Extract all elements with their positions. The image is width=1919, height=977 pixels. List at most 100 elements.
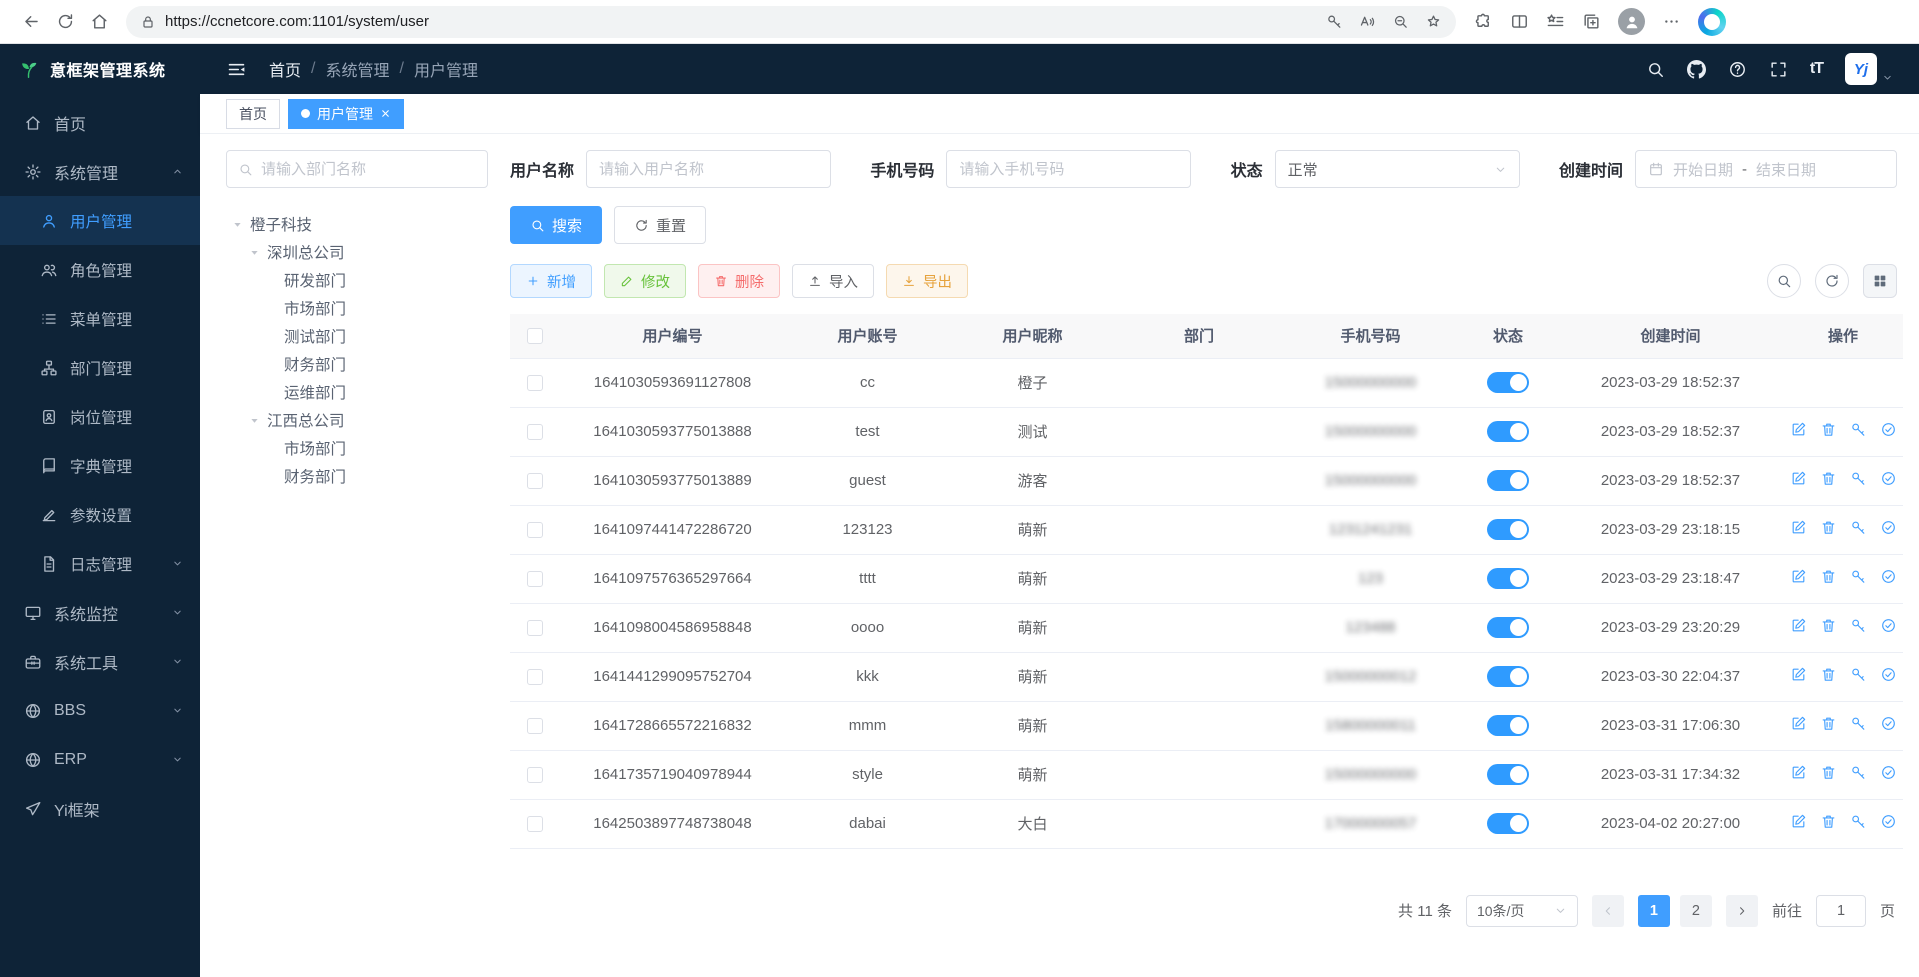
row-edit-button[interactable] xyxy=(1790,715,1807,732)
help-icon[interactable] xyxy=(1728,60,1747,79)
tree-node[interactable]: 江西总公司 xyxy=(226,406,488,434)
sidebar-item-post[interactable]: 岗位管理 xyxy=(0,392,200,441)
breadcrumb-system[interactable]: 系统管理 xyxy=(325,57,389,81)
sidebar-item-yiframe[interactable]: Yi框架 xyxy=(0,784,200,833)
row-assign-role-button[interactable] xyxy=(1880,421,1897,438)
read-aloud-icon[interactable] xyxy=(1359,13,1376,30)
goto-page-input[interactable] xyxy=(1816,895,1866,927)
sidebar-item-user[interactable]: 用户管理 xyxy=(0,196,200,245)
row-edit-button[interactable] xyxy=(1790,617,1807,634)
status-toggle[interactable] xyxy=(1487,568,1529,589)
row-edit-button[interactable] xyxy=(1790,666,1807,683)
row-checkbox[interactable] xyxy=(527,522,543,538)
tree-node[interactable]: 运维部门 xyxy=(226,378,488,406)
row-assign-role-button[interactable] xyxy=(1880,666,1897,683)
row-edit-button[interactable] xyxy=(1790,813,1807,830)
breadcrumb-home[interactable]: 首页 xyxy=(269,57,301,81)
close-tab-button[interactable] xyxy=(380,108,391,119)
reset-button[interactable]: 重置 xyxy=(614,206,706,244)
row-assign-role-button[interactable] xyxy=(1880,568,1897,585)
app-logo[interactable]: 意框架管理系统 xyxy=(0,44,200,94)
row-assign-role-button[interactable] xyxy=(1880,813,1897,830)
row-checkbox[interactable] xyxy=(527,620,543,636)
add-button[interactable]: 新增 xyxy=(510,264,592,298)
zoom-icon[interactable] xyxy=(1392,13,1409,30)
row-reset-password-button[interactable] xyxy=(1850,764,1867,781)
row-checkbox[interactable] xyxy=(527,718,543,734)
row-checkbox[interactable] xyxy=(527,424,543,440)
tab-user-management[interactable]: 用户管理 xyxy=(288,99,404,129)
tree-node[interactable]: 财务部门 xyxy=(226,350,488,378)
row-checkbox[interactable] xyxy=(527,473,543,489)
browser-home-button[interactable] xyxy=(82,5,116,39)
row-assign-role-button[interactable] xyxy=(1880,519,1897,536)
status-toggle[interactable] xyxy=(1487,666,1529,687)
font-size-icon[interactable]: tT xyxy=(1810,60,1823,78)
tree-node[interactable]: 财务部门 xyxy=(226,462,488,490)
prev-page-button[interactable] xyxy=(1592,895,1624,927)
copilot-icon[interactable] xyxy=(1698,8,1726,36)
sidebar-item-home[interactable]: 首页 xyxy=(0,98,200,147)
row-checkbox[interactable] xyxy=(527,375,543,391)
row-delete-button[interactable] xyxy=(1820,715,1837,732)
status-toggle[interactable] xyxy=(1487,470,1529,491)
more-icon[interactable] xyxy=(1662,12,1681,31)
sidebar-item-role[interactable]: 角色管理 xyxy=(0,245,200,294)
tree-node[interactable]: 橙子科技 xyxy=(226,210,488,238)
extensions-icon[interactable] xyxy=(1474,12,1493,31)
row-checkbox[interactable] xyxy=(527,816,543,832)
row-edit-button[interactable] xyxy=(1790,764,1807,781)
sidebar-item-system[interactable]: 系统管理 xyxy=(0,147,200,196)
github-icon[interactable] xyxy=(1687,60,1706,79)
sidebar-item-param[interactable]: 参数设置 xyxy=(0,490,200,539)
status-toggle[interactable] xyxy=(1487,715,1529,736)
row-assign-role-button[interactable] xyxy=(1880,470,1897,487)
status-toggle[interactable] xyxy=(1487,519,1529,540)
page-size-select[interactable]: 10条/页 xyxy=(1466,895,1578,927)
browser-back-button[interactable] xyxy=(14,5,48,39)
row-delete-button[interactable] xyxy=(1820,666,1837,683)
sidebar-item-dict[interactable]: 字典管理 xyxy=(0,441,200,490)
row-edit-button[interactable] xyxy=(1790,519,1807,536)
status-toggle[interactable] xyxy=(1487,372,1529,393)
tab-home[interactable]: 首页 xyxy=(226,99,280,129)
row-delete-button[interactable] xyxy=(1820,617,1837,634)
page-button-1[interactable]: 1 xyxy=(1638,895,1670,927)
tree-node[interactable]: 研发部门 xyxy=(226,266,488,294)
favorites-bar-icon[interactable] xyxy=(1546,12,1565,31)
column-settings-button[interactable] xyxy=(1863,264,1897,298)
sidebar-item-log[interactable]: 日志管理 xyxy=(0,539,200,588)
row-checkbox[interactable] xyxy=(527,571,543,587)
import-button[interactable]: 导入 xyxy=(792,264,874,298)
row-delete-button[interactable] xyxy=(1820,519,1837,536)
row-delete-button[interactable] xyxy=(1820,470,1837,487)
status-toggle[interactable] xyxy=(1487,813,1529,834)
select-all-checkbox[interactable] xyxy=(527,328,543,344)
collections-icon[interactable] xyxy=(1582,12,1601,31)
browser-profile-avatar[interactable] xyxy=(1618,8,1645,35)
page-button-2[interactable]: 2 xyxy=(1680,895,1712,927)
search-button[interactable]: 搜索 xyxy=(510,206,602,244)
browser-refresh-button[interactable] xyxy=(48,5,82,39)
row-assign-role-button[interactable] xyxy=(1880,617,1897,634)
status-toggle[interactable] xyxy=(1487,617,1529,638)
row-edit-button[interactable] xyxy=(1790,421,1807,438)
row-checkbox[interactable] xyxy=(527,669,543,685)
status-toggle[interactable] xyxy=(1487,764,1529,785)
sidebar-item-tools[interactable]: 系统工具 xyxy=(0,637,200,686)
row-delete-button[interactable] xyxy=(1820,421,1837,438)
row-checkbox[interactable] xyxy=(527,767,543,783)
favorite-star-icon[interactable] xyxy=(1425,13,1442,30)
row-delete-button[interactable] xyxy=(1820,813,1837,830)
next-page-button[interactable] xyxy=(1726,895,1758,927)
row-edit-button[interactable] xyxy=(1790,470,1807,487)
row-reset-password-button[interactable] xyxy=(1850,813,1867,830)
tree-node[interactable]: 测试部门 xyxy=(226,322,488,350)
show-search-toggle-button[interactable] xyxy=(1767,264,1801,298)
refresh-table-button[interactable] xyxy=(1815,264,1849,298)
row-reset-password-button[interactable] xyxy=(1850,666,1867,683)
phone-input[interactable] xyxy=(959,161,1178,178)
department-search-input[interactable] xyxy=(261,161,476,178)
row-assign-role-button[interactable] xyxy=(1880,764,1897,781)
split-screen-icon[interactable] xyxy=(1510,12,1529,31)
